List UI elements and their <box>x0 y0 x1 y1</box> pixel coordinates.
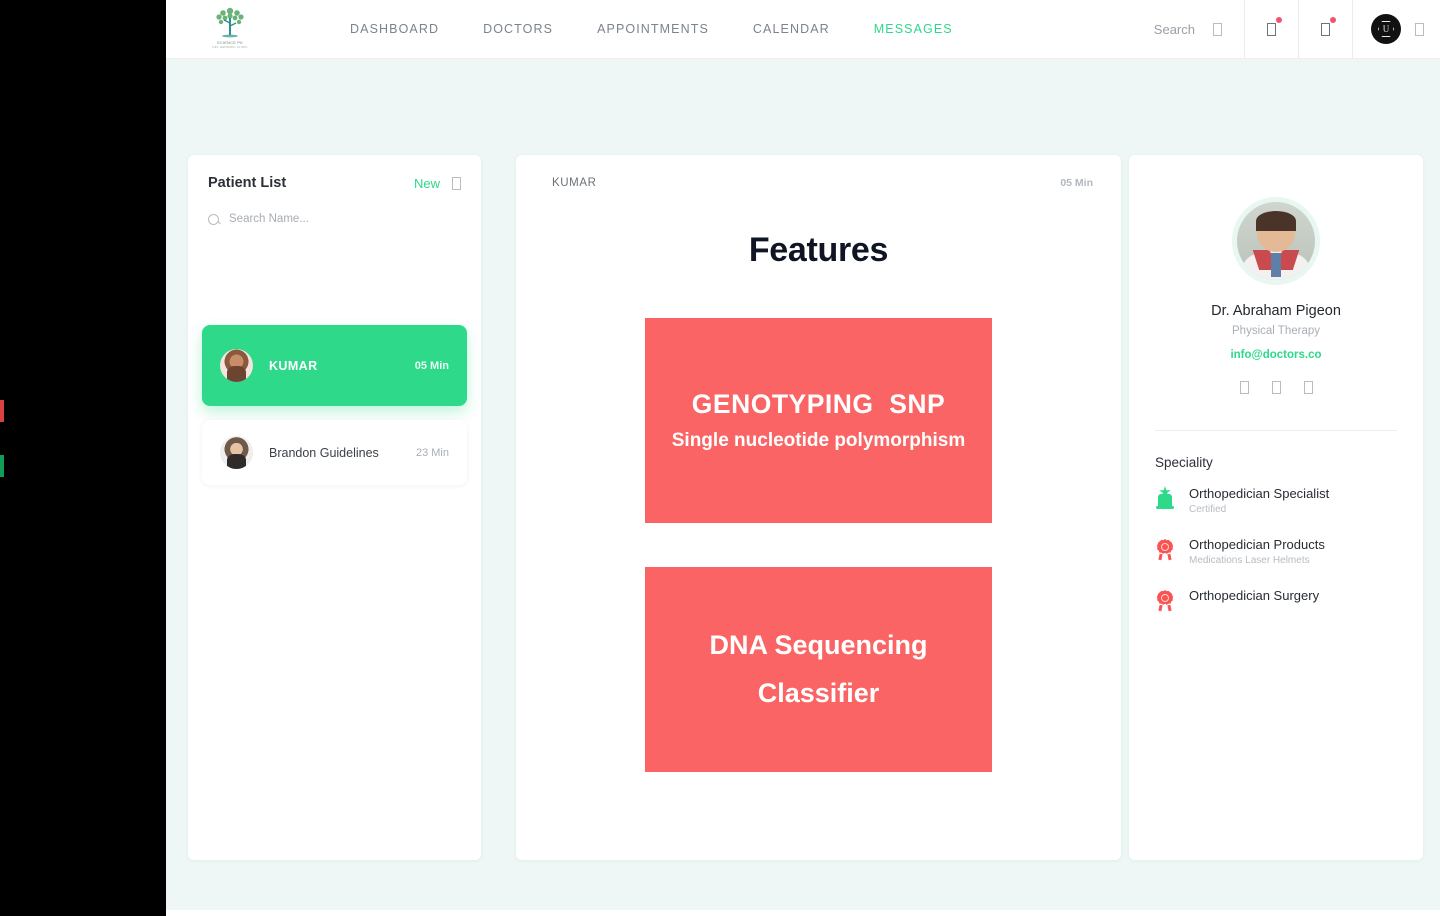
list-item[interactable]: Orthopedician Products Medications Laser… <box>1155 537 1423 566</box>
user-avatar-icon[interactable]: U <box>1371 14 1401 44</box>
slide-title-line2: Classifier <box>757 677 880 708</box>
doctor-name: Dr. Abraham Pigeon <box>1211 303 1341 319</box>
social-links <box>1239 381 1313 394</box>
patient-list-header: Patient List New <box>188 155 481 191</box>
envelope-notification-icon <box>1321 22 1330 36</box>
page-title: Features <box>748 231 889 269</box>
nav-link-appointments[interactable]: APPOINTMENTS <box>575 22 731 36</box>
bottom-strip <box>166 910 1440 916</box>
chevron-down-icon[interactable] <box>1415 22 1424 36</box>
slide-list: GENOTYPING SNP Single nucleotide polymor… <box>516 318 1121 772</box>
speciality-title: Orthopedician Specialist <box>1189 486 1330 501</box>
doctor-profile-panel: Dr. Abraham Pigeon Physical Therapy info… <box>1129 155 1423 860</box>
linkedin-icon[interactable] <box>1303 381 1313 394</box>
slide-dna-sequencing[interactable]: DNA Sequencing Classifier <box>645 567 992 772</box>
speciality-subtitle: Medications Laser Helmets <box>1189 555 1310 566</box>
speciality-title: Orthopedician Surgery <box>1189 588 1320 603</box>
list-item[interactable]: KUMAR 05 Min <box>202 325 467 406</box>
patient-search-row <box>188 191 481 225</box>
facebook-icon[interactable] <box>1239 381 1249 394</box>
brand-logo[interactable]: SCIENCE PK PET GENOMIC CLINIC <box>166 4 276 54</box>
patient-name: Brandon Guidelines <box>269 445 379 460</box>
conversation-time: 05 Min <box>1060 177 1093 189</box>
patient-list-panel: Patient List New KUMAR 05 Min Bran <box>188 155 481 860</box>
nav-link-calendar[interactable]: CALENDAR <box>731 22 852 36</box>
speciality-title: Orthopedician Products <box>1189 537 1325 552</box>
doctor-role: Physical Therapy <box>1232 325 1320 337</box>
top-navigation-bar: SCIENCE PK PET GENOMIC CLINIC DASHBOARD … <box>166 0 1440 59</box>
search-icon <box>208 213 219 225</box>
new-patient-button[interactable]: New <box>414 176 461 191</box>
list-item[interactable]: Brandon Guidelines 23 Min <box>202 420 467 485</box>
nav-right-actions: Search U <box>1144 0 1440 59</box>
tree-logo-icon <box>210 4 250 40</box>
avatar <box>1237 202 1315 280</box>
search-control[interactable]: Search <box>1144 0 1245 59</box>
nav-link-doctors[interactable]: DOCTORS <box>461 22 575 36</box>
patient-time: 23 Min <box>415 446 449 459</box>
medal-badge-icon <box>1155 588 1175 612</box>
search-label: Search <box>1153 21 1195 37</box>
slide-subtitle: Single nucleotide polymorphism <box>671 430 966 451</box>
patient-list-title: Patient List <box>208 175 287 191</box>
conversation-header: KUMAR 05 Min <box>516 155 1121 189</box>
nav-link-dashboard[interactable]: DASHBOARD <box>328 22 461 36</box>
doctor-card: Dr. Abraham Pigeon Physical Therapy info… <box>1129 155 1423 394</box>
notification-button[interactable] <box>1245 0 1299 59</box>
nav-link-messages[interactable]: MESSAGES <box>852 22 975 36</box>
bell-notification-icon <box>1267 22 1276 36</box>
messages-button[interactable] <box>1299 0 1353 59</box>
speciality-heading: Speciality <box>1155 455 1213 470</box>
plus-icon <box>452 176 461 190</box>
patient-list-items: KUMAR 05 Min Brandon Guidelines 23 Min <box>188 325 481 485</box>
twitter-icon[interactable] <box>1271 381 1281 394</box>
search-input[interactable] <box>229 213 429 225</box>
avatar <box>220 349 253 382</box>
new-patient-label: New <box>413 175 440 191</box>
patient-time: 05 Min <box>414 359 449 372</box>
app-viewport: SCIENCE PK PET GENOMIC CLINIC DASHBOARD … <box>166 0 1440 916</box>
patient-name: KUMAR <box>269 358 318 373</box>
speciality-subtitle: Certified <box>1189 504 1227 515</box>
trophy-award-icon <box>1155 486 1175 510</box>
speciality-list: Orthopedician Specialist Certified Ortho… <box>1129 470 1423 612</box>
search-icon[interactable] <box>1213 22 1222 36</box>
notification-badge <box>1276 16 1282 23</box>
list-item[interactable]: Orthopedician Surgery <box>1155 588 1423 612</box>
doctor-email[interactable]: info@doctors.co <box>1230 349 1321 361</box>
slide-title-line1: DNA Sequencing <box>709 630 928 661</box>
slide-title: GENOTYPING SNP <box>691 389 946 419</box>
messages-badge <box>1330 16 1336 23</box>
conversation-title: KUMAR <box>552 177 597 189</box>
slide-genotyping-snp[interactable]: GENOTYPING SNP Single nucleotide polymor… <box>645 318 992 523</box>
left-black-overlay <box>4 0 166 916</box>
medal-badge-icon <box>1155 537 1175 561</box>
nav-links: DASHBOARD DOCTORS APPOINTMENTS CALENDAR … <box>328 22 1144 36</box>
list-item[interactable]: Orthopedician Specialist Certified <box>1155 486 1423 515</box>
screen-root: SCIENCE PK PET GENOMIC CLINIC DASHBOARD … <box>0 0 1440 916</box>
logo-caption: SCIENCE PK PET GENOMIC CLINIC <box>212 40 248 50</box>
avatar <box>220 436 253 469</box>
account-menu[interactable]: U <box>1353 14 1440 44</box>
conversation-panel: KUMAR 05 Min Features GENOTYPING SNP Sin… <box>516 155 1121 860</box>
doctor-avatar-ring <box>1232 197 1320 285</box>
